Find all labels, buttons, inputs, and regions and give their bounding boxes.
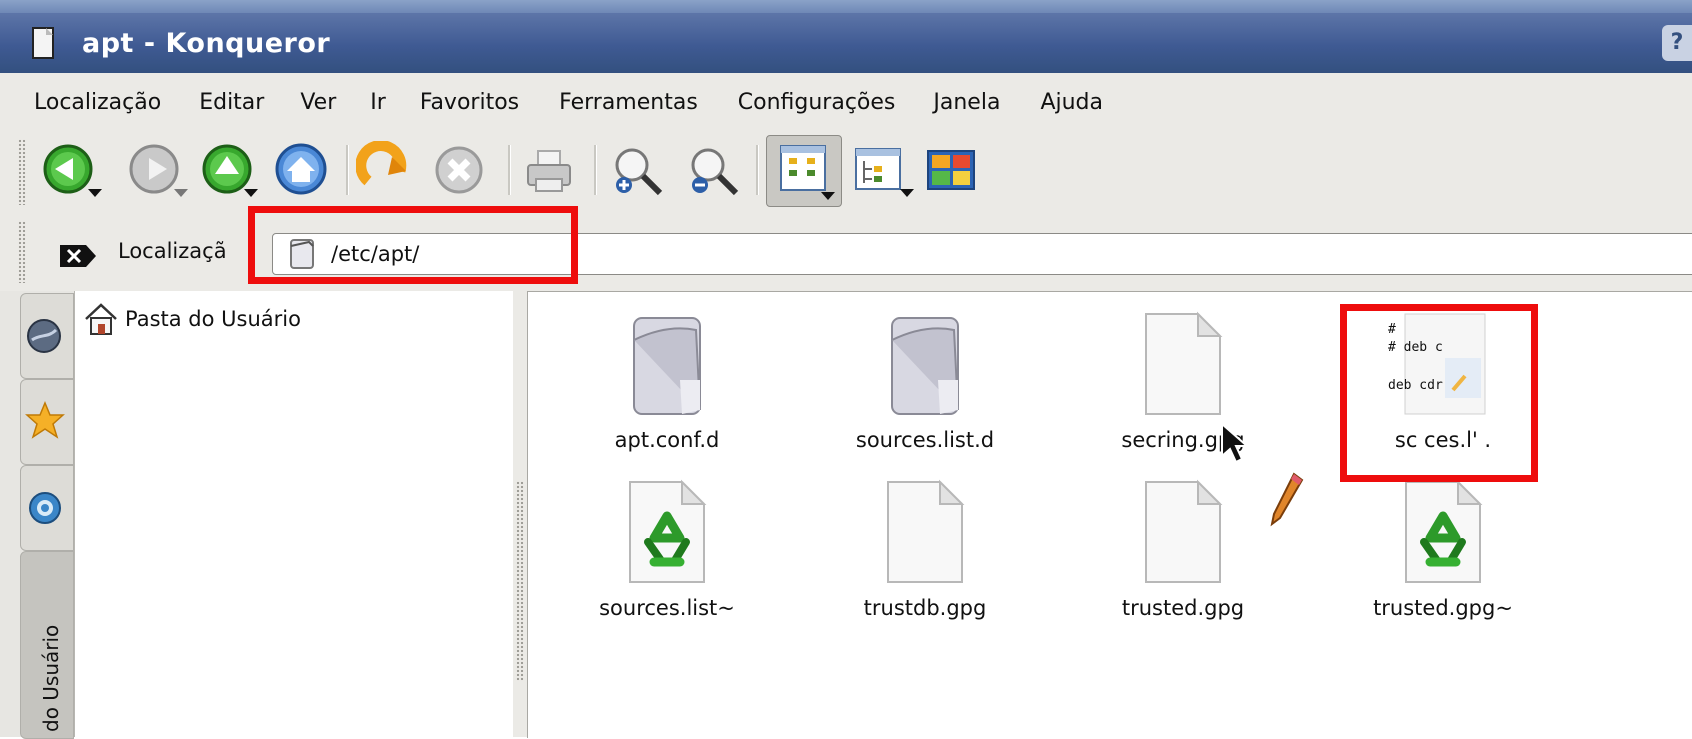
back-dropdown-arrow[interactable] xyxy=(88,189,102,197)
mouse-pointer-icon xyxy=(1221,422,1250,464)
menu-editar[interactable]: Editar xyxy=(199,86,264,119)
star-icon xyxy=(25,401,65,439)
menu-ajuda[interactable]: Ajuda xyxy=(1040,86,1103,119)
forward-dropdown-arrow[interactable] xyxy=(174,189,188,197)
menu-localizacao[interactable]: Localização xyxy=(34,86,161,119)
splitter-grip xyxy=(516,481,524,681)
toolbar-separator xyxy=(594,145,597,195)
main-toolbar xyxy=(0,131,1692,213)
thumbnail-view-button[interactable] xyxy=(922,141,980,199)
zoom-out-button[interactable] xyxy=(684,141,742,199)
blank-file-icon xyxy=(887,479,965,583)
folder-icon xyxy=(633,317,701,415)
zoom-in-button[interactable] xyxy=(608,141,666,199)
pencil-icon xyxy=(1270,472,1304,527)
tree-view-button[interactable] xyxy=(850,141,916,199)
blank-file-icon xyxy=(1145,479,1223,583)
toolbar-grip[interactable] xyxy=(18,139,26,205)
location-highlight-box xyxy=(248,206,578,284)
window-app-icon[interactable] xyxy=(32,26,56,60)
sidebar-tab-home-label: do Usuário xyxy=(39,624,63,732)
file-label: trusted.gpg~ xyxy=(1373,596,1513,620)
file-label: trusted.gpg xyxy=(1121,596,1245,620)
up-button[interactable] xyxy=(198,141,258,199)
toolbar-separator xyxy=(508,145,511,195)
file-item-trusted-gpg-backup[interactable]: trusted.gpg~ xyxy=(1358,478,1528,620)
location-grip[interactable] xyxy=(18,221,26,283)
recycle-file-icon xyxy=(1405,479,1483,583)
file-label: trustdb.gpg xyxy=(863,596,987,620)
file-label: apt.conf.d xyxy=(614,428,720,452)
network-globe-icon xyxy=(27,319,61,353)
pane-splitter[interactable] xyxy=(513,291,527,737)
file-item-apt-conf-d[interactable]: apt.conf.d xyxy=(582,310,752,452)
services-icon xyxy=(29,492,61,524)
help-button[interactable]: ? xyxy=(1662,25,1692,61)
location-bar: Localizaçã /etc/apt/ xyxy=(0,206,1692,291)
menu-favoritos[interactable]: Favoritos xyxy=(420,86,519,119)
sidebar-tab-bookmarks[interactable] xyxy=(20,379,74,465)
tree-item-home[interactable]: Pasta do Usuário xyxy=(83,301,301,337)
menu-janela[interactable]: Janela xyxy=(933,86,1000,119)
sources-list-highlight-box xyxy=(1340,304,1538,482)
zoom-out-icon xyxy=(691,148,739,196)
tree-view-dropdown-arrow[interactable] xyxy=(900,189,914,197)
file-label: sources.list~ xyxy=(599,596,735,620)
menu-ferramentas[interactable]: Ferramentas xyxy=(559,86,698,119)
file-item-trusted-gpg[interactable]: trusted.gpg xyxy=(1098,478,1268,620)
thumbnail-view-icon xyxy=(927,150,975,190)
home-icon xyxy=(275,143,327,195)
file-item-sources-list-d[interactable]: sources.list.d xyxy=(840,310,1010,452)
reload-button[interactable] xyxy=(355,140,414,199)
print-icon xyxy=(527,150,571,192)
file-item-trustdb-gpg[interactable]: trustdb.gpg xyxy=(840,478,1010,620)
stop-icon xyxy=(435,146,483,194)
home-folder-icon xyxy=(85,303,117,335)
navigation-sidebar: do Usuário xyxy=(0,291,75,739)
clear-location-icon[interactable] xyxy=(58,243,98,269)
recycle-file-icon xyxy=(629,479,707,583)
toolbar-separator xyxy=(346,145,349,195)
desktop-strip xyxy=(0,0,1692,13)
tree-item-home-label: Pasta do Usuário xyxy=(125,307,301,331)
folder-icon xyxy=(891,317,959,415)
sidebar-tab-home-folder[interactable]: do Usuário xyxy=(20,551,74,739)
title-bar[interactable]: apt - Konqueror ? xyxy=(0,13,1692,73)
home-button[interactable] xyxy=(272,141,330,199)
up-dropdown-arrow[interactable] xyxy=(244,189,258,197)
zoom-in-icon xyxy=(615,148,663,196)
menu-ver[interactable]: Ver xyxy=(300,86,336,119)
icon-view-dropdown-arrow[interactable] xyxy=(821,192,835,200)
blank-file-icon xyxy=(1145,311,1223,415)
icon-view-button[interactable] xyxy=(766,135,842,207)
sidebar-tab-services[interactable] xyxy=(20,465,74,551)
folder-tree-pane: Pasta do Usuário xyxy=(75,291,513,737)
back-button[interactable] xyxy=(42,141,102,199)
location-label: Localizaçã xyxy=(118,239,227,263)
file-item-sources-list-backup[interactable]: sources.list~ xyxy=(582,478,752,620)
print-button[interactable] xyxy=(520,141,578,199)
forward-button[interactable] xyxy=(128,141,188,199)
menu-bar: Localização Editar Ver Ir Favoritos Ferr… xyxy=(0,73,1103,131)
window-title: apt - Konqueror xyxy=(82,27,331,59)
file-view: apt.conf.d sources.list.d secring.gpg # … xyxy=(527,291,1692,738)
stop-button[interactable] xyxy=(430,141,488,199)
toolbar-separator xyxy=(756,145,759,195)
reload-icon xyxy=(355,140,407,186)
menu-configuracoes[interactable]: Configurações xyxy=(738,86,896,119)
menu-ir[interactable]: Ir xyxy=(370,86,386,119)
sidebar-tab-network[interactable] xyxy=(20,293,74,379)
file-label: sources.list.d xyxy=(855,428,995,452)
